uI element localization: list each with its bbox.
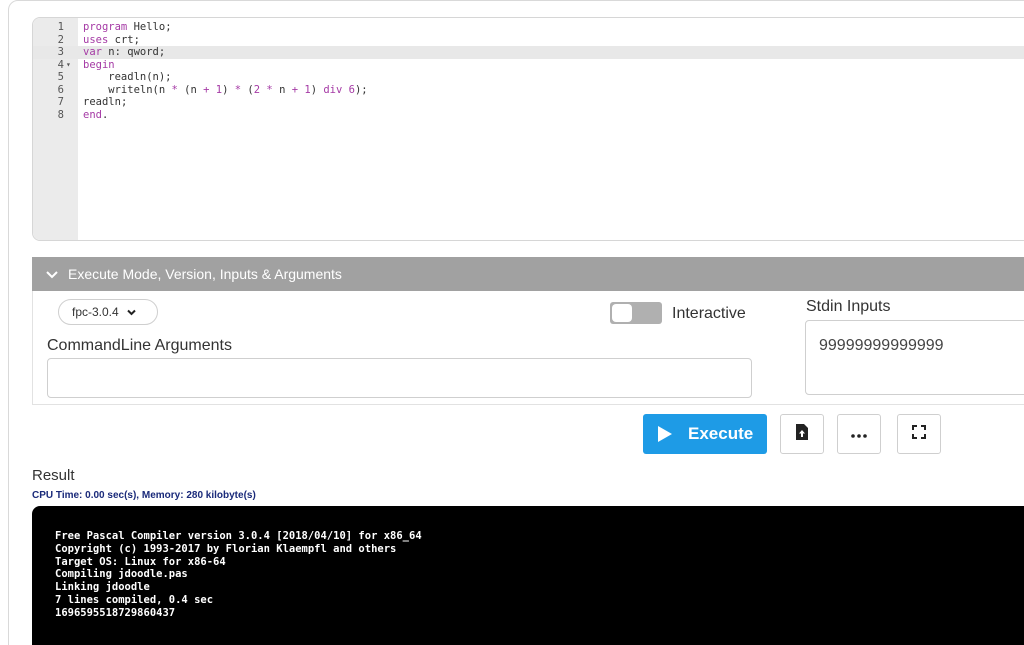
code-text: end. [83, 109, 108, 122]
code-line[interactable]: 3 var n: qword; [33, 46, 1024, 59]
code-token: (n [177, 83, 204, 96]
code-text: readln(n); [83, 71, 172, 84]
code-line[interactable]: 7 readln; [33, 96, 1024, 109]
execute-mode-header[interactable]: Execute Mode, Version, Inputs & Argument… [32, 257, 1024, 291]
line-number: 4 [57, 58, 64, 71]
code-text: uses crt; [83, 34, 140, 47]
interactive-label: Interactive [672, 305, 746, 322]
code-token: . [101, 108, 109, 121]
code-token: ( [241, 83, 254, 96]
code-token: begin [83, 58, 115, 71]
code-token: readln(n); [83, 71, 172, 83]
code-token: n: qword; [101, 46, 166, 58]
line-number: 2 [57, 33, 64, 46]
cpu-info: CPU Time: 0.00 sec(s), Memory: 280 kilob… [32, 490, 256, 501]
line-number: 6 [57, 83, 64, 96]
more-button[interactable] [837, 414, 881, 454]
code-token: crt; [108, 33, 140, 46]
code-token: ; [120, 96, 128, 108]
code-lines[interactable]: 1 program Hello; 2 uses crt; 3 var n: qword; 4… [33, 21, 1024, 121]
line-number: 5 [57, 71, 64, 83]
more-icon [851, 425, 867, 443]
code-line[interactable]: 8 end. [33, 109, 1024, 122]
output-line: Target OS: Linux for x86-64 [55, 555, 226, 568]
output-line: Compiling jdoodle.pas [55, 568, 188, 581]
chevron-down-icon [46, 258, 58, 292]
fullscreen-icon [912, 424, 926, 444]
cmdline-label: CommandLine Arguments [47, 337, 232, 354]
line-number: 1 [57, 21, 64, 33]
code-token: end [83, 108, 102, 121]
code-token: readln [83, 96, 121, 108]
code-line[interactable]: 2 uses crt; [33, 34, 1024, 47]
code-token: n [272, 83, 292, 96]
chevron-down-icon [125, 308, 137, 319]
code-token: ) [310, 83, 324, 96]
output-line: Free Pascal Compiler version 3.0.4 [2018… [55, 530, 422, 542]
code-line[interactable]: 5 readln(n); [33, 71, 1024, 84]
code-text: var n: qword; [83, 46, 165, 59]
code-text: program Hello; [83, 21, 172, 34]
output-line: 7 lines compiled, 0.4 sec [55, 593, 214, 606]
toggle-knob [612, 304, 632, 322]
code-token: ) [222, 83, 235, 96]
cmdline-input[interactable] [47, 358, 752, 398]
execute-mode-title: Execute Mode, Version, Inputs & Argument… [68, 266, 342, 282]
output-line: Linking jdoodle [55, 581, 150, 594]
code-token: uses [83, 33, 109, 46]
code-line[interactable]: 6 writeln(n * (n + 1) * (2 * n + 1) div … [33, 84, 1024, 97]
code-token: Hello; [127, 21, 172, 33]
output-line: 1696595518729860437 [55, 606, 176, 619]
code-token: var [83, 46, 102, 58]
code-text: writeln(n * (n + 1) * (2 * n + 1) div 6)… [83, 83, 368, 97]
upload-file-button[interactable] [780, 414, 824, 454]
code-token: div [323, 83, 343, 96]
stdin-label: Stdin Inputs [806, 298, 891, 315]
interactive-toggle[interactable] [610, 302, 662, 324]
output-line: Copyright (c) 1993-2017 by Florian Klaem… [55, 542, 397, 555]
result-label: Result [32, 467, 75, 484]
fullscreen-button[interactable] [897, 414, 941, 454]
code-token: program [83, 21, 128, 33]
code-text: begin [83, 59, 115, 72]
version-select[interactable]: fpc-3.0.4 [58, 299, 158, 325]
line-number: 8 [57, 108, 64, 121]
version-value: fpc-3.0.4 [72, 305, 119, 319]
code-text: readln; [83, 96, 127, 109]
line-number: 3 [57, 46, 64, 58]
line-number: 7 [57, 96, 64, 108]
upload-file-icon [795, 423, 809, 445]
code-editor[interactable]: 1 program Hello; 2 uses crt; 3 var n: qword; 4… [32, 17, 1024, 241]
play-icon [658, 426, 672, 442]
execute-button[interactable]: Execute [643, 414, 767, 454]
code-token: writeln(n [83, 83, 172, 96]
stdin-input[interactable]: 99999999999999 [805, 320, 1024, 395]
code-line[interactable]: 1 program Hello; [33, 21, 1024, 34]
output-lines: Free Pascal Compiler version 3.0.4 [2018… [55, 530, 422, 620]
fold-arrow-icon[interactable]: ▾ [66, 59, 71, 72]
code-token: ); [354, 83, 368, 96]
code-line[interactable]: 4 ▾ begin [33, 59, 1024, 72]
execute-label: Execute [688, 424, 754, 443]
